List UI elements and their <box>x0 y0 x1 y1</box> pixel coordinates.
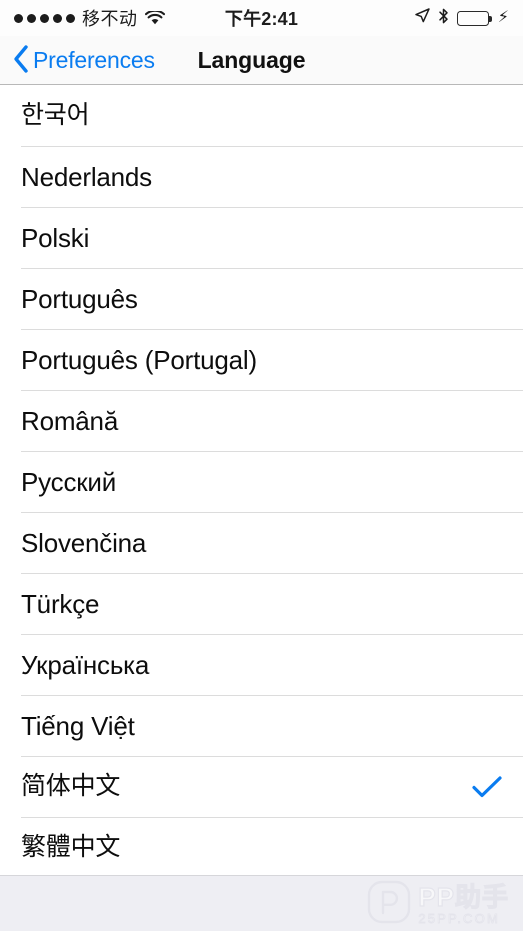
watermark-title: PP助手 <box>418 882 509 913</box>
charging-bolt-icon: ⚡ <box>497 9 509 26</box>
pp-logo-icon <box>367 880 411 929</box>
footer-area: PP助手 25PP.COM <box>0 875 523 931</box>
language-row[interactable]: Slovenčina <box>0 512 523 573</box>
back-button[interactable]: Preferences <box>12 44 155 77</box>
signal-dot <box>53 13 62 23</box>
language-label: Nederlands <box>21 161 152 192</box>
language-label: Português <box>21 283 138 314</box>
page-title: Language <box>197 46 306 73</box>
navigation-bar: Preferences Language <box>0 36 523 85</box>
language-row[interactable]: Русский <box>0 451 523 512</box>
language-label: Русский <box>21 466 117 497</box>
language-label: Türkçe <box>21 588 100 619</box>
language-row[interactable]: Nederlands <box>0 146 523 207</box>
language-label: Română <box>21 405 119 436</box>
battery-icon <box>456 10 492 26</box>
phone-screen: 移不动 下午2:41 ⚡ Preferences Language 한국어 Ne… <box>0 0 523 931</box>
language-row[interactable]: Polski <box>0 207 523 268</box>
language-label: Slovenčina <box>21 527 147 558</box>
bluetooth-icon <box>438 8 449 29</box>
language-row[interactable]: Türkçe <box>0 573 523 634</box>
language-label: 繁體中文 <box>21 833 121 861</box>
language-label: Tiếng Việt <box>21 710 135 741</box>
status-bar-left: 移不动 <box>14 5 165 31</box>
language-list: 한국어 Nederlands Polski Português Português (P… <box>0 85 523 878</box>
signal-dot <box>40 13 49 23</box>
status-bar-right: ⚡ <box>415 8 509 29</box>
language-label: Português (Portugal) <box>21 344 257 375</box>
language-row[interactable]: 한국어 <box>0 85 523 146</box>
watermark-texts: PP助手 25PP.COM <box>418 882 509 926</box>
signal-dot <box>27 13 36 23</box>
location-arrow-icon <box>415 8 430 28</box>
language-row[interactable]: Português <box>0 268 523 329</box>
status-bar: 移不动 下午2:41 ⚡ <box>0 0 523 36</box>
signal-dot <box>14 13 23 23</box>
back-button-label: Preferences <box>33 46 155 73</box>
language-row[interactable]: Tiếng Việt <box>0 695 523 756</box>
language-row[interactable]: 简体中文 <box>0 756 523 817</box>
language-row[interactable]: Українська <box>0 634 523 695</box>
watermark-subtitle: 25PP.COM <box>418 910 500 926</box>
language-label: Polski <box>21 222 90 253</box>
language-label: 한국어 <box>21 101 90 129</box>
chevron-left-icon <box>12 44 30 77</box>
carrier-name: 移不动 <box>82 9 138 29</box>
language-row[interactable]: Português (Portugal) <box>0 329 523 390</box>
language-row[interactable]: Română <box>0 390 523 451</box>
language-row[interactable]: 繁體中文 <box>0 817 523 878</box>
checkmark-icon <box>472 775 502 799</box>
signal-dot <box>66 13 75 23</box>
language-label: Українська <box>21 649 150 680</box>
language-label: 简体中文 <box>21 772 121 800</box>
signal-strength-dots <box>14 13 75 23</box>
status-bar-clock: 下午2:41 <box>224 9 299 29</box>
wifi-icon <box>144 10 165 26</box>
watermark: PP助手 25PP.COM <box>367 880 509 929</box>
